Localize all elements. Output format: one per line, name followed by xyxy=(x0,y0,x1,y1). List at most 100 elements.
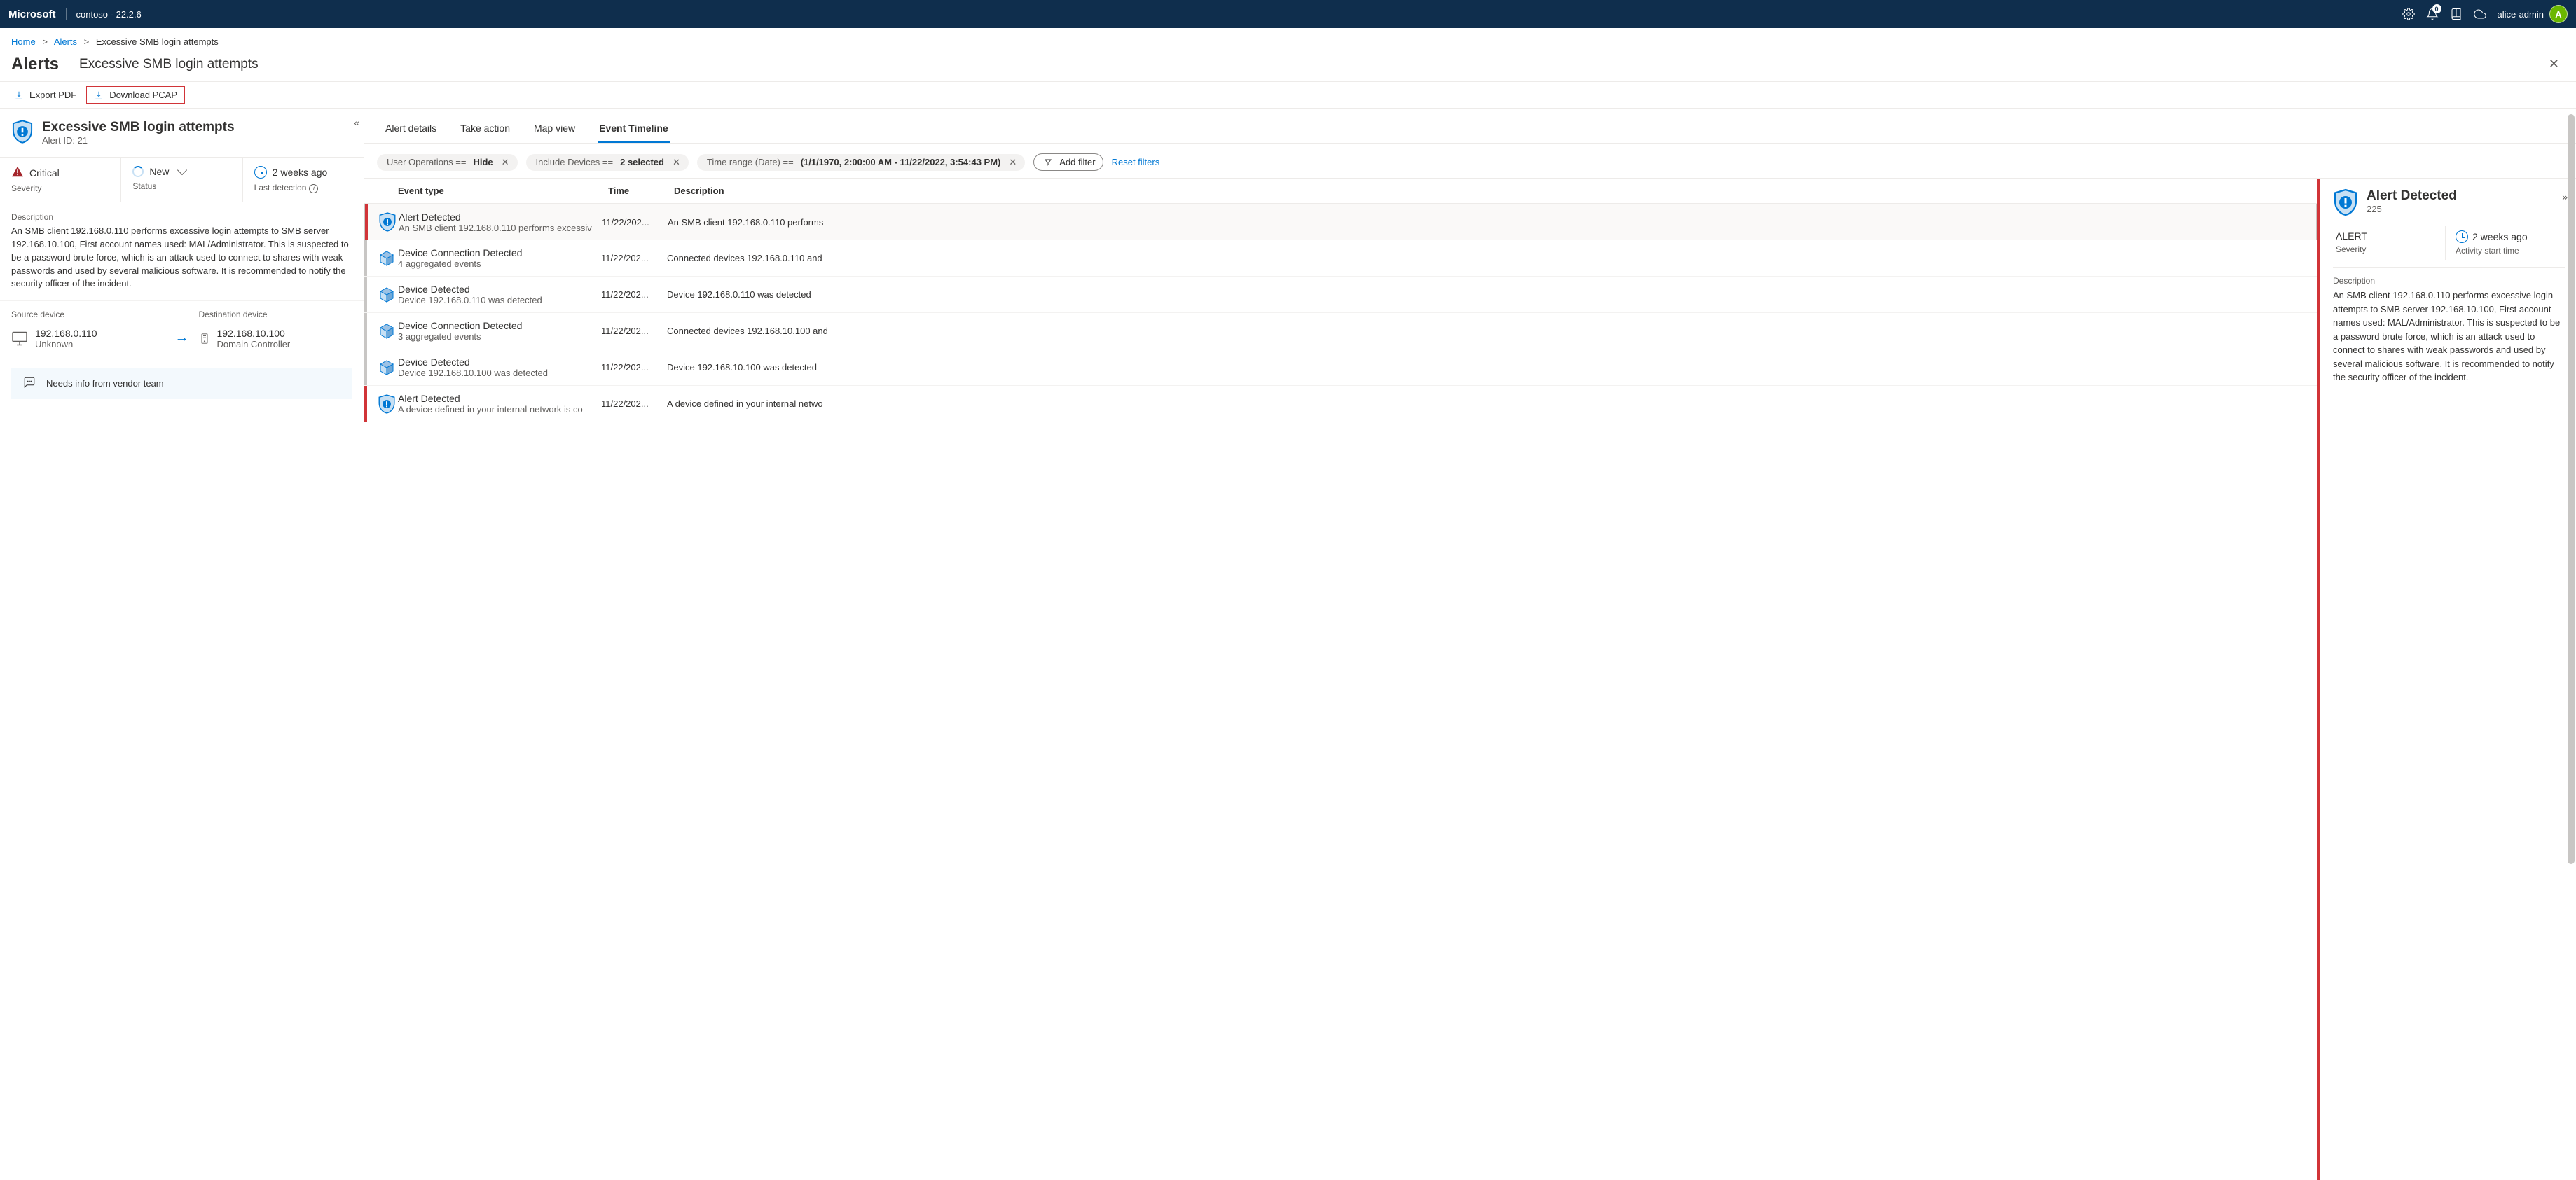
row-subtitle: Device 192.168.0.110 was detected xyxy=(398,295,601,305)
user-name: alice-admin xyxy=(2498,9,2544,20)
row-subtitle: Device 192.168.10.100 was detected xyxy=(398,368,601,378)
status-label: Status xyxy=(132,181,230,191)
export-pdf-button[interactable]: Export PDF xyxy=(7,86,83,104)
filter-include-devices[interactable]: Include Devices == 2 selected✕ xyxy=(526,154,689,171)
right-panel: Alert details Take action Map view Event Ti… xyxy=(364,109,2576,1180)
row-title: Device Connection Detected xyxy=(398,320,601,331)
note-banner[interactable]: Needs info from vendor team xyxy=(11,368,352,399)
severity-value: Critical xyxy=(29,167,60,179)
arrow-icon: → xyxy=(175,313,189,346)
row-desc: Device 192.168.10.100 was detected xyxy=(667,362,2310,373)
breadcrumb-home[interactable]: Home xyxy=(11,36,36,47)
reset-filters-link[interactable]: Reset filters xyxy=(1112,157,1160,167)
tabs: Alert details Take action Map view Event Ti… xyxy=(364,109,2576,144)
server-icon xyxy=(199,328,210,349)
cloud-icon[interactable] xyxy=(2468,0,2492,28)
source-ip: 192.168.0.110 xyxy=(35,328,97,339)
detail-severity-label: Severity xyxy=(2336,242,2442,254)
user-menu[interactable]: alice-admin A xyxy=(2492,5,2568,23)
row-time: 11/22/202... xyxy=(601,289,667,300)
device-row: Source device 192.168.0.110 Unknown → De… xyxy=(0,300,364,358)
detail-desc-label: Description xyxy=(2333,276,2563,289)
row-desc: Connected devices 192.168.0.110 and xyxy=(667,253,2310,263)
row-title: Alert Detected xyxy=(398,393,601,404)
source-device-label: Source device xyxy=(11,310,165,322)
severity-icon xyxy=(11,166,24,179)
row-title: Device Connection Detected xyxy=(398,247,601,258)
tab-take-action[interactable]: Take action xyxy=(459,118,511,143)
breadcrumb-current: Excessive SMB login attempts xyxy=(96,36,219,47)
row-time: 11/22/202... xyxy=(601,398,667,409)
remove-filter-icon[interactable]: ✕ xyxy=(500,157,511,168)
collapse-right-icon[interactable]: » xyxy=(2562,188,2565,202)
table-row[interactable]: Device Connection Detected4 aggregated e… xyxy=(364,240,2317,277)
download-pcap-button[interactable]: Download PCAP xyxy=(86,86,185,104)
description-label: Description xyxy=(11,212,352,225)
chevron-down-icon xyxy=(177,165,187,175)
brand-logo: Microsoft xyxy=(8,8,67,20)
info-icon[interactable]: i xyxy=(309,184,318,193)
th-time[interactable]: Time xyxy=(608,186,674,196)
cube-icon xyxy=(371,286,398,303)
clock-icon xyxy=(254,166,267,179)
table-row[interactable]: Device DetectedDevice 192.168.10.100 was… xyxy=(364,349,2317,386)
description-text: An SMB client 192.168.0.110 performs exc… xyxy=(11,225,352,291)
row-subtitle: An SMB client 192.168.0.110 performs exc… xyxy=(399,223,602,233)
monitor-icon xyxy=(11,328,28,349)
tenant-label: contoso - 22.2.6 xyxy=(67,9,142,20)
detail-num: 225 xyxy=(2367,204,2457,214)
row-subtitle: A device defined in your internal networ… xyxy=(398,404,601,415)
remove-filter-icon[interactable]: ✕ xyxy=(1007,157,1018,168)
row-time: 11/22/202... xyxy=(601,326,667,336)
stat-row: Critical Severity New Status 2 weeks ago… xyxy=(0,157,364,202)
row-time: 11/22/202... xyxy=(601,253,667,263)
detail-shield-icon xyxy=(2333,188,2358,216)
table-row[interactable]: Alert DetectedA device defined in your i… xyxy=(364,386,2317,422)
page-header: Alerts Excessive SMB login attempts ✕ xyxy=(0,51,2576,81)
table-row[interactable]: Device Connection Detected3 aggregated e… xyxy=(364,313,2317,349)
table-header: Event type Time Description xyxy=(364,179,2317,204)
tab-alert-details[interactable]: Alert details xyxy=(384,118,438,143)
detail-start-value: 2 weeks ago xyxy=(2472,231,2528,242)
breadcrumb-alerts[interactable]: Alerts xyxy=(54,36,77,47)
alert-id: Alert ID: 21 xyxy=(42,135,235,146)
th-description[interactable]: Description xyxy=(674,186,2310,196)
shield-icon xyxy=(371,394,398,414)
collapse-left-icon[interactable]: « xyxy=(354,117,357,128)
table-row[interactable]: Alert DetectedAn SMB client 192.168.0.11… xyxy=(364,204,2317,240)
row-desc: Device 192.168.0.110 was detected xyxy=(667,289,2310,300)
remove-filter-icon[interactable]: ✕ xyxy=(671,157,682,168)
detail-start-label: Activity start time xyxy=(2456,243,2562,256)
alert-shield-icon xyxy=(11,120,34,144)
dest-name: Domain Controller xyxy=(217,339,291,349)
scrollbar[interactable] xyxy=(2566,109,2575,1180)
row-title: Device Detected xyxy=(398,356,601,368)
tab-map-view[interactable]: Map view xyxy=(532,118,577,143)
tab-event-timeline[interactable]: Event Timeline xyxy=(598,118,670,143)
status-dropdown[interactable]: New xyxy=(132,166,230,181)
th-event-type[interactable]: Event type xyxy=(398,186,608,196)
page-subtitle: Excessive SMB login attempts xyxy=(79,57,259,72)
filter-user-operations[interactable]: User Operations == Hide✕ xyxy=(377,154,518,171)
note-text: Needs info from vendor team xyxy=(46,378,164,389)
detail-desc-text: An SMB client 192.168.0.110 performs exc… xyxy=(2333,289,2563,384)
add-filter-button[interactable]: Add filter xyxy=(1033,153,1103,171)
notifications-icon[interactable]: 0 xyxy=(2420,0,2444,28)
clock-icon xyxy=(2456,230,2468,243)
close-icon[interactable]: ✕ xyxy=(2543,54,2565,74)
table-row[interactable]: Device DetectedDevice 192.168.0.110 was … xyxy=(364,277,2317,313)
detail-severity-value: ALERT xyxy=(2336,230,2442,242)
reader-icon[interactable] xyxy=(2444,0,2468,28)
filter-time-range[interactable]: Time range (Date) == (1/1/1970, 2:00:00 … xyxy=(697,154,1025,171)
detection-label: Last detectioni xyxy=(254,183,352,193)
row-title: Device Detected xyxy=(398,284,601,295)
top-bar: Microsoft contoso - 22.2.6 0 alice-admin… xyxy=(0,0,2576,28)
chat-icon xyxy=(22,376,36,391)
notification-badge: 0 xyxy=(2432,4,2441,13)
settings-icon[interactable] xyxy=(2397,0,2420,28)
source-name: Unknown xyxy=(35,339,97,349)
row-subtitle: 3 aggregated events xyxy=(398,331,601,342)
severity-label: Severity xyxy=(11,183,109,193)
filter-bar: User Operations == Hide✕ Include Devices… xyxy=(364,144,2576,178)
row-desc: Connected devices 192.168.10.100 and xyxy=(667,326,2310,336)
